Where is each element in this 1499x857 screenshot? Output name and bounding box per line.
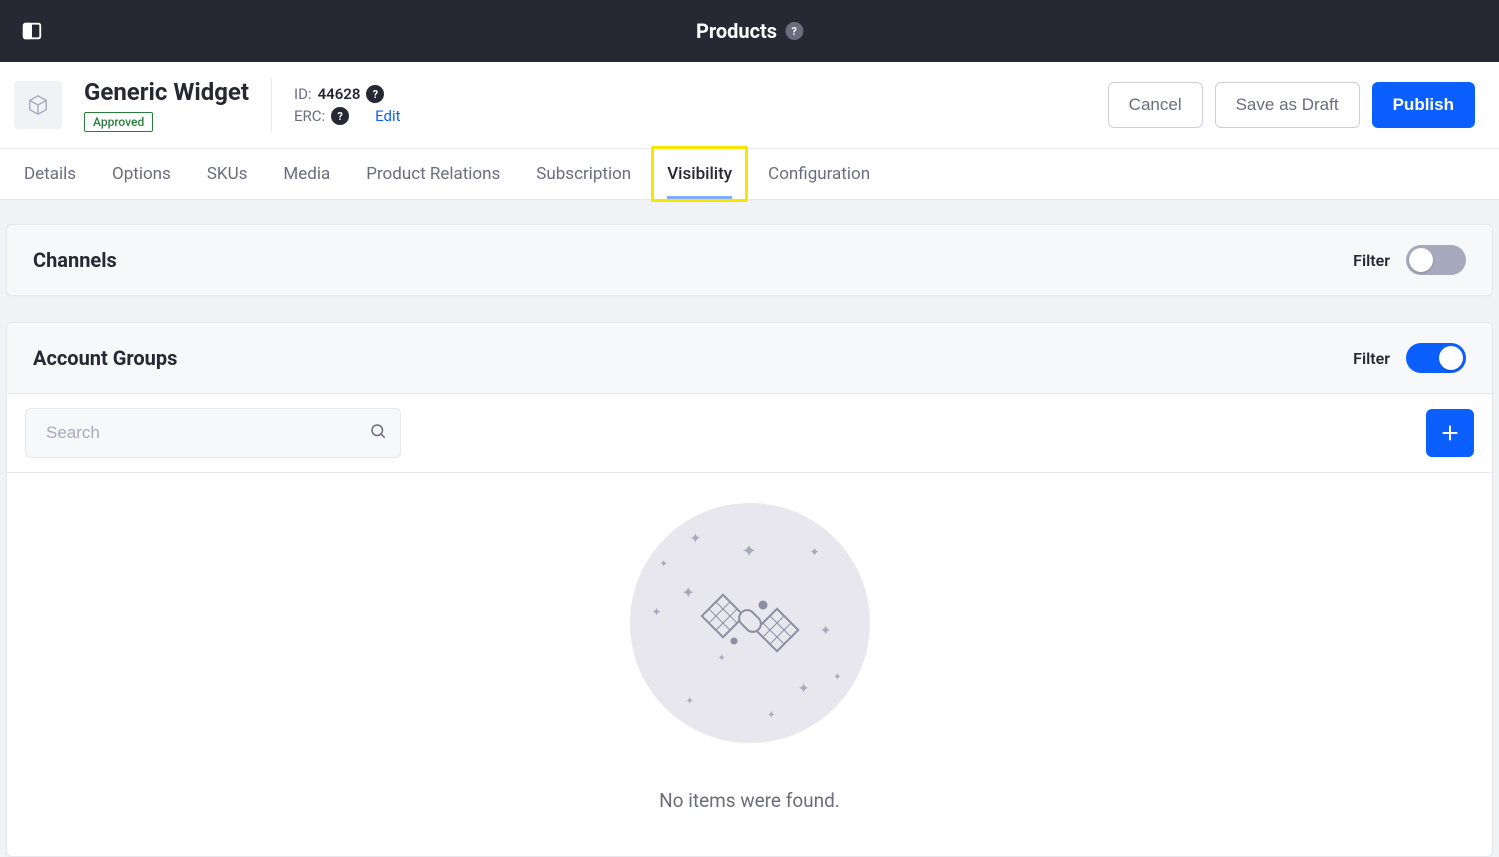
tab-visibility[interactable]: Visibility: [667, 149, 732, 199]
product-meta: ID: 44628 ? ERC: ? Edit: [271, 78, 401, 132]
sparkle-icon: ✦: [718, 653, 726, 664]
account-groups-filter-toggle[interactable]: [1406, 343, 1466, 373]
product-id-row: ID: 44628 ?: [294, 85, 401, 103]
account-groups-header: Account Groups Filter: [7, 323, 1492, 394]
channels-filter-toggle[interactable]: [1406, 245, 1466, 275]
tabs: Details Options SKUs Media Product Relations…: [0, 149, 1499, 200]
account-groups-filter-label: Filter: [1353, 349, 1390, 368]
plus-icon: [1439, 422, 1461, 444]
tab-product-relations[interactable]: Product Relations: [366, 149, 500, 199]
account-groups-filter-block: Filter: [1353, 343, 1466, 373]
search-input[interactable]: [25, 408, 401, 458]
toggle-knob: [1409, 248, 1433, 272]
product-title-block: Generic Widget Approved: [84, 78, 249, 132]
product-erc-label: ERC:: [294, 107, 325, 125]
product-id-value: 44628: [318, 85, 361, 103]
account-groups-panel: Account Groups Filter: [6, 322, 1493, 857]
search-wrap: [25, 408, 401, 458]
topbar: Products ?: [0, 0, 1499, 62]
empty-state-text: No items were found.: [659, 789, 840, 812]
content: Channels Filter Account Groups Filter: [0, 200, 1499, 857]
add-button[interactable]: [1426, 409, 1474, 457]
status-badge: Approved: [84, 112, 153, 132]
panel-toggle-icon[interactable]: [20, 19, 44, 43]
account-groups-toolbar: [7, 394, 1492, 473]
search-icon: [369, 422, 387, 444]
cancel-button[interactable]: Cancel: [1108, 82, 1203, 128]
product-id-label: ID:: [294, 85, 312, 103]
save-draft-button[interactable]: Save as Draft: [1215, 82, 1360, 128]
header-actions: Cancel Save as Draft Publish: [1108, 82, 1475, 128]
empty-state: ✦ ✦ ✦ ✦ ✦ ✦ ✦ ✦ ✦ ✦ ✦ ✦ No items were fo…: [7, 473, 1492, 856]
sparkle-icon: ✦: [652, 605, 662, 619]
page-title: Products ?: [696, 19, 803, 43]
page-title-text: Products: [696, 19, 777, 43]
product-erc-row: ERC: ? Edit: [294, 107, 401, 125]
erc-help-icon[interactable]: ?: [331, 107, 349, 125]
sparkle-icon: ✦: [682, 583, 695, 602]
sparkle-icon: ✦: [767, 710, 775, 721]
sparkle-icon: ✦: [833, 672, 841, 683]
product-thumbnail: [14, 81, 62, 129]
product-name: Generic Widget: [84, 78, 249, 106]
tab-subscription[interactable]: Subscription: [536, 149, 631, 199]
tab-configuration[interactable]: Configuration: [768, 149, 870, 199]
channels-panel: Channels Filter: [6, 224, 1493, 296]
tabs-wrap: Details Options SKUs Media Product Relations…: [0, 149, 1499, 200]
sparkle-icon: ✦: [798, 681, 810, 697]
sparkle-icon: ✦: [686, 696, 694, 707]
sparkle-icon: ✦: [809, 545, 819, 559]
product-header: Generic Widget Approved ID: 44628 ? ERC:…: [0, 62, 1499, 149]
sparkle-icon: ✦: [690, 531, 702, 547]
tab-media[interactable]: Media: [283, 149, 330, 199]
channels-filter-block: Filter: [1353, 245, 1466, 275]
tab-skus[interactable]: SKUs: [207, 149, 248, 199]
channels-title: Channels: [33, 248, 117, 272]
sparkle-icon: ✦: [742, 541, 757, 562]
channels-filter-label: Filter: [1353, 251, 1390, 270]
satellite-icon: [690, 563, 810, 683]
account-groups-title: Account Groups: [33, 346, 177, 370]
channels-header: Channels Filter: [7, 225, 1492, 295]
publish-button[interactable]: Publish: [1372, 82, 1475, 128]
toggle-knob: [1439, 346, 1463, 370]
id-help-icon[interactable]: ?: [366, 85, 384, 103]
help-icon[interactable]: ?: [785, 22, 803, 40]
empty-state-illustration: ✦ ✦ ✦ ✦ ✦ ✦ ✦ ✦ ✦ ✦ ✦ ✦: [630, 503, 870, 743]
sparkle-icon: ✦: [660, 559, 668, 570]
sparkle-icon: ✦: [820, 623, 832, 639]
tab-details[interactable]: Details: [24, 149, 76, 199]
tab-options[interactable]: Options: [112, 149, 171, 199]
edit-link[interactable]: Edit: [375, 107, 400, 125]
